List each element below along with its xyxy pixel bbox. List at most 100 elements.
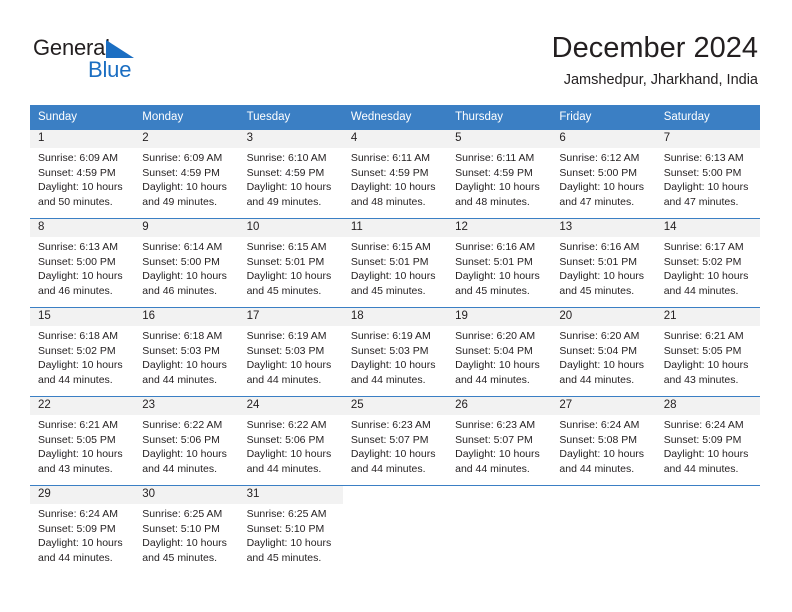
daylight-text-line2: and 45 minutes. bbox=[246, 551, 322, 564]
daylight-text-line1: Daylight: 10 hours bbox=[455, 359, 540, 372]
sunset-text: Sunset: 5:00 PM bbox=[663, 166, 742, 179]
sunset-text: Sunset: 5:01 PM bbox=[350, 255, 429, 268]
day-details: Sunrise: 6:14 AM Sunset: 5:00 PM Dayligh… bbox=[134, 237, 238, 298]
sunset-text: Sunset: 5:10 PM bbox=[246, 522, 325, 535]
day-details: Sunrise: 6:18 AM Sunset: 5:02 PM Dayligh… bbox=[30, 326, 134, 387]
daylight-text-line1: Daylight: 10 hours bbox=[663, 270, 749, 283]
day-cell[interactable]: 20 Sunrise: 6:20 AM Sunset: 5:04 PM Dayl… bbox=[551, 308, 656, 396]
sunrise-text: Sunrise: 6:18 AM bbox=[38, 330, 118, 342]
sunrise-text: Sunrise: 6:13 AM bbox=[38, 241, 118, 253]
day-cell[interactable]: 12 Sunrise: 6:16 AM Sunset: 5:01 PM Dayl… bbox=[447, 219, 552, 307]
day-details: Sunrise: 6:13 AM Sunset: 5:00 PM Dayligh… bbox=[30, 237, 134, 298]
daylight-text-line1: Daylight: 10 hours bbox=[663, 448, 749, 461]
sunset-text: Sunset: 5:05 PM bbox=[663, 344, 742, 357]
daylight-text-line2: and 44 minutes. bbox=[142, 373, 217, 386]
sunset-text: Sunset: 4:59 PM bbox=[38, 166, 116, 179]
weekday-header-tuesday: Tuesday bbox=[246, 111, 291, 123]
sunset-text: Sunset: 5:01 PM bbox=[246, 255, 325, 268]
sunrise-text: Sunrise: 6:23 AM bbox=[455, 419, 536, 431]
day-cell[interactable]: 8 Sunrise: 6:13 AM Sunset: 5:00 PM Dayli… bbox=[30, 219, 135, 307]
daylight-text-line1: Daylight: 10 hours bbox=[455, 270, 540, 283]
daylight-text-line1: Daylight: 10 hours bbox=[455, 181, 540, 194]
daylight-text-line2: and 43 minutes. bbox=[663, 373, 739, 386]
day-details: Sunrise: 6:19 AM Sunset: 5:03 PM Dayligh… bbox=[239, 326, 343, 387]
daylight-text-line2: and 44 minutes. bbox=[455, 462, 530, 475]
sunset-text: Sunset: 5:00 PM bbox=[38, 255, 116, 268]
sunset-text: Sunset: 5:03 PM bbox=[350, 344, 429, 357]
day-cell[interactable]: 30 Sunrise: 6:25 AM Sunset: 5:10 PM Dayl… bbox=[134, 486, 239, 574]
day-cell[interactable]: 2 Sunrise: 6:09 AM Sunset: 4:59 PM Dayli… bbox=[134, 130, 239, 218]
day-cell[interactable]: 9 Sunrise: 6:14 AM Sunset: 5:00 PM Dayli… bbox=[134, 219, 239, 307]
day-details: Sunrise: 6:16 AM Sunset: 5:01 PM Dayligh… bbox=[447, 237, 551, 298]
day-cell[interactable]: 19 Sunrise: 6:20 AM Sunset: 5:04 PM Dayl… bbox=[447, 308, 552, 396]
day-cell[interactable]: 17 Sunrise: 6:19 AM Sunset: 5:03 PM Dayl… bbox=[238, 308, 343, 396]
day-cell[interactable]: 3 Sunrise: 6:10 AM Sunset: 4:59 PM Dayli… bbox=[238, 130, 343, 218]
day-number: 20 bbox=[551, 308, 656, 326]
day-number: 18 bbox=[342, 308, 448, 326]
daylight-text-line1: Daylight: 10 hours bbox=[350, 181, 436, 194]
day-cell[interactable]: 15 Sunrise: 6:18 AM Sunset: 5:02 PM Dayl… bbox=[30, 308, 135, 396]
day-cell[interactable]: 1 Sunrise: 6:09 AM Sunset: 4:59 PM Dayli… bbox=[30, 130, 135, 218]
sunrise-text: Sunrise: 6:21 AM bbox=[38, 419, 118, 431]
day-cell[interactable]: 24 Sunrise: 6:22 AM Sunset: 5:06 PM Dayl… bbox=[238, 397, 343, 485]
day-cell[interactable]: 25 Sunrise: 6:23 AM Sunset: 5:07 PM Dayl… bbox=[342, 397, 448, 485]
day-number: 10 bbox=[238, 219, 343, 237]
day-number: 21 bbox=[655, 308, 760, 326]
day-cell[interactable]: 22 Sunrise: 6:21 AM Sunset: 5:05 PM Dayl… bbox=[30, 397, 135, 485]
sunrise-text: Sunrise: 6:15 AM bbox=[246, 241, 327, 253]
day-number: 26 bbox=[447, 397, 552, 415]
daylight-text-line2: and 44 minutes. bbox=[38, 551, 113, 564]
day-cell[interactable]: 6 Sunrise: 6:12 AM Sunset: 5:00 PM Dayli… bbox=[551, 130, 656, 218]
day-details: Sunrise: 6:09 AM Sunset: 4:59 PM Dayligh… bbox=[30, 148, 134, 209]
daylight-text-line2: and 44 minutes. bbox=[142, 462, 217, 475]
day-cell[interactable]: 5 Sunrise: 6:11 AM Sunset: 4:59 PM Dayli… bbox=[447, 130, 552, 218]
day-number: 19 bbox=[447, 308, 552, 326]
day-number: 1 bbox=[30, 130, 135, 148]
day-cell[interactable]: 13 Sunrise: 6:16 AM Sunset: 5:01 PM Dayl… bbox=[551, 219, 656, 307]
sunset-text: Sunset: 5:07 PM bbox=[455, 433, 533, 446]
week-row: 1 Sunrise: 6:09 AM Sunset: 4:59 PM Dayli… bbox=[30, 129, 760, 218]
daylight-text-line2: and 46 minutes. bbox=[142, 284, 217, 297]
weekday-header-row: Sunday Monday Tuesday Wednesday Thursday… bbox=[30, 105, 760, 129]
day-cell-empty bbox=[447, 486, 552, 574]
day-number: 24 bbox=[238, 397, 343, 415]
daylight-text-line1: Daylight: 10 hours bbox=[559, 181, 645, 194]
day-cell[interactable]: 26 Sunrise: 6:23 AM Sunset: 5:07 PM Dayl… bbox=[447, 397, 552, 485]
sunset-text: Sunset: 5:03 PM bbox=[142, 344, 220, 357]
day-number: 13 bbox=[551, 219, 656, 237]
day-details: Sunrise: 6:23 AM Sunset: 5:07 PM Dayligh… bbox=[447, 415, 551, 476]
day-cell[interactable]: 16 Sunrise: 6:18 AM Sunset: 5:03 PM Dayl… bbox=[134, 308, 239, 396]
day-cell[interactable]: 11 Sunrise: 6:15 AM Sunset: 5:01 PM Dayl… bbox=[342, 219, 448, 307]
daylight-text-line2: and 44 minutes. bbox=[663, 462, 739, 475]
brand-logo[interactable]: General Blue bbox=[33, 36, 233, 86]
day-number bbox=[447, 486, 552, 504]
daylight-text-line1: Daylight: 10 hours bbox=[559, 448, 645, 461]
day-cell[interactable]: 14 Sunrise: 6:17 AM Sunset: 5:02 PM Dayl… bbox=[655, 219, 760, 307]
day-cell[interactable]: 18 Sunrise: 6:19 AM Sunset: 5:03 PM Dayl… bbox=[342, 308, 448, 396]
day-details: Sunrise: 6:15 AM Sunset: 5:01 PM Dayligh… bbox=[239, 237, 343, 298]
page-title: December 2024 bbox=[551, 32, 758, 64]
day-number: 3 bbox=[238, 130, 343, 148]
day-cell[interactable]: 29 Sunrise: 6:24 AM Sunset: 5:09 PM Dayl… bbox=[30, 486, 135, 574]
sunset-text: Sunset: 5:01 PM bbox=[455, 255, 533, 268]
day-cell[interactable]: 31 Sunrise: 6:25 AM Sunset: 5:10 PM Dayl… bbox=[238, 486, 343, 574]
daylight-text-line1: Daylight: 10 hours bbox=[38, 537, 123, 550]
weekday-header-friday: Friday bbox=[559, 111, 592, 123]
daylight-text-line1: Daylight: 10 hours bbox=[142, 181, 227, 194]
day-details: Sunrise: 6:23 AM Sunset: 5:07 PM Dayligh… bbox=[343, 415, 447, 476]
day-cell[interactable]: 10 Sunrise: 6:15 AM Sunset: 5:01 PM Dayl… bbox=[238, 219, 343, 307]
day-number bbox=[655, 486, 760, 504]
sunrise-text: Sunrise: 6:11 AM bbox=[455, 152, 535, 164]
day-cell[interactable]: 4 Sunrise: 6:11 AM Sunset: 4:59 PM Dayli… bbox=[342, 130, 448, 218]
day-cell[interactable]: 27 Sunrise: 6:24 AM Sunset: 5:08 PM Dayl… bbox=[551, 397, 656, 485]
daylight-text-line2: and 44 minutes. bbox=[246, 373, 322, 386]
day-cell[interactable]: 23 Sunrise: 6:22 AM Sunset: 5:06 PM Dayl… bbox=[134, 397, 239, 485]
day-cell[interactable]: 7 Sunrise: 6:13 AM Sunset: 5:00 PM Dayli… bbox=[655, 130, 760, 218]
daylight-text-line1: Daylight: 10 hours bbox=[350, 448, 436, 461]
sunset-text: Sunset: 4:59 PM bbox=[246, 166, 325, 179]
day-cell[interactable]: 28 Sunrise: 6:24 AM Sunset: 5:09 PM Dayl… bbox=[655, 397, 760, 485]
sunrise-text: Sunrise: 6:18 AM bbox=[142, 330, 223, 342]
week-row: 29 Sunrise: 6:24 AM Sunset: 5:09 PM Dayl… bbox=[30, 485, 760, 574]
day-details: Sunrise: 6:20 AM Sunset: 5:04 PM Dayligh… bbox=[551, 326, 655, 387]
day-cell[interactable]: 21 Sunrise: 6:21 AM Sunset: 5:05 PM Dayl… bbox=[655, 308, 760, 396]
